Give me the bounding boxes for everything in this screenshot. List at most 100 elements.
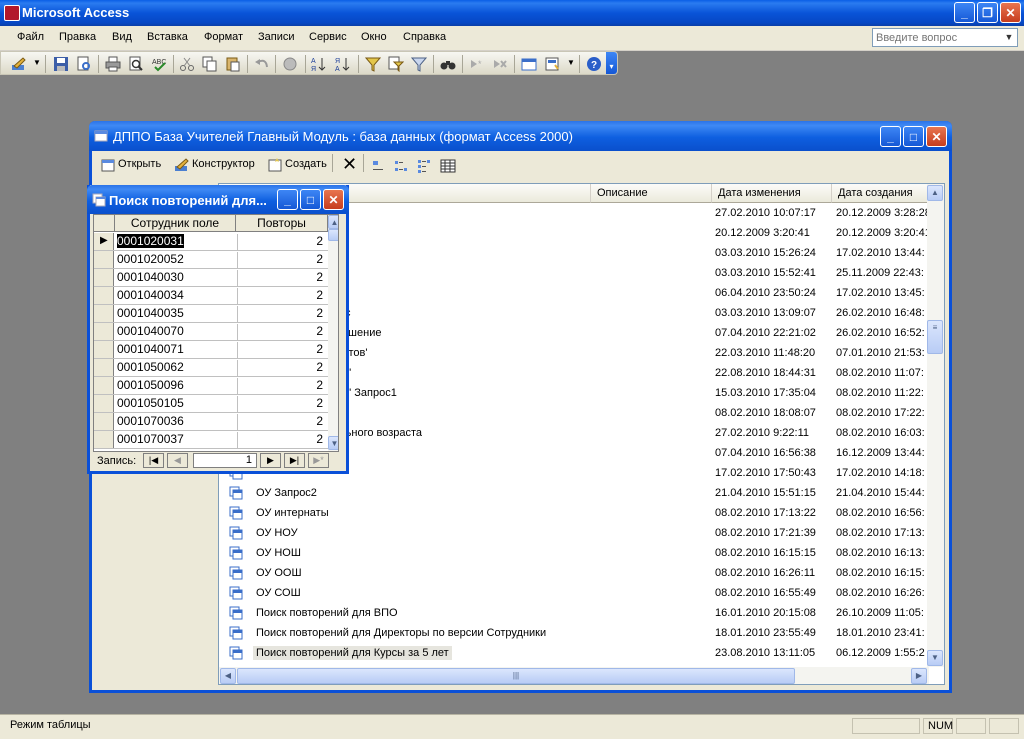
undo-icon[interactable]	[254, 56, 270, 72]
db-close-button[interactable]: ✕	[926, 126, 947, 147]
table-row[interactable]: 0001040034 2	[94, 287, 338, 305]
last-record-icon[interactable]: ▶|	[284, 453, 305, 468]
employee-cell[interactable]: 0001020031	[115, 234, 238, 250]
repeats-cell[interactable]: 2	[235, 342, 327, 358]
menu-format[interactable]: Формат	[204, 31, 243, 43]
new-object-icon[interactable]	[544, 56, 560, 72]
table-row[interactable]: 0001020052 2	[94, 251, 338, 269]
hscroll-thumb[interactable]: |||	[237, 668, 795, 684]
menu-tools[interactable]: Сервис	[309, 31, 347, 43]
record-selector[interactable]	[94, 341, 114, 358]
table-row[interactable]: 0001040071 2	[94, 341, 338, 359]
employee-cell[interactable]: 0001050062	[115, 360, 238, 376]
employee-cell[interactable]: 0001040034	[115, 288, 238, 304]
design-button[interactable]: Конструктор	[192, 158, 255, 170]
record-selector[interactable]: ▶	[94, 233, 114, 250]
record-selector[interactable]	[94, 251, 114, 268]
chevron-down-icon[interactable]: ▼	[1001, 29, 1017, 46]
employee-cell[interactable]: 0001040035	[115, 306, 238, 322]
sort-ascending-icon[interactable]: AЯ	[311, 56, 327, 72]
repeats-cell[interactable]: 2	[235, 324, 327, 340]
record-selector[interactable]	[94, 323, 114, 340]
record-number-input[interactable]: 1	[193, 453, 257, 468]
repeats-cell[interactable]: 2	[235, 306, 327, 322]
repeats-cell[interactable]: 2	[235, 432, 327, 448]
record-selector[interactable]	[94, 305, 114, 322]
menu-file[interactable]: Файл	[17, 31, 44, 43]
menu-edit[interactable]: Правка	[59, 31, 96, 43]
query-maximize-button[interactable]: □	[300, 189, 321, 210]
table-row[interactable]: 0001040030 2	[94, 269, 338, 287]
toolbar-options-icon[interactable]: ▾	[606, 52, 617, 74]
scroll-up-icon[interactable]: ▲	[927, 185, 943, 201]
vertical-scrollbar[interactable]: ▲ ≡ ▼	[927, 184, 944, 667]
minimize-button[interactable]: _	[954, 2, 975, 23]
db-minimize-button[interactable]: _	[880, 126, 901, 147]
delete-icon[interactable]: ✕	[342, 154, 357, 175]
paste-icon[interactable]	[225, 56, 241, 72]
column-header-repeats[interactable]: Повторы	[236, 215, 328, 232]
table-row[interactable]: 0001070037 2	[94, 431, 338, 449]
new-record-icon[interactable]: *	[469, 56, 485, 72]
next-record-icon[interactable]: ▶	[260, 453, 281, 468]
dropdown-arrow-icon[interactable]: ▼	[33, 58, 41, 67]
employee-cell[interactable]: 0001040071	[115, 342, 238, 358]
query-vertical-scrollbar[interactable]: ▲ ▼	[328, 215, 338, 451]
column-header-description[interactable]: Описание	[591, 184, 712, 203]
object-row[interactable]: ОУ СОШ 08.02.2010 16:55:49 08.02.2010 16:2…	[219, 584, 929, 604]
table-row[interactable]: 0001070036 2	[94, 413, 338, 431]
table-row[interactable]: 0001040035 2	[94, 305, 338, 323]
scroll-down-icon[interactable]: ▼	[328, 436, 338, 450]
employee-cell[interactable]: 0001040070	[115, 324, 238, 340]
close-button[interactable]: ✕	[1000, 2, 1021, 23]
create-icon[interactable]	[267, 157, 283, 173]
menu-window[interactable]: Окно	[361, 31, 387, 43]
employee-cell[interactable]: 0001050096	[115, 378, 238, 394]
filter-by-form-icon[interactable]	[388, 56, 404, 72]
object-row[interactable]: ОУ ООШ 08.02.2010 16:26:11 08.02.2010 16:1…	[219, 564, 929, 584]
list-view-icon[interactable]	[417, 158, 433, 174]
help-search-box[interactable]: ▼	[872, 28, 1018, 47]
details-view-icon[interactable]	[440, 158, 456, 174]
help-search-input[interactable]	[873, 29, 999, 46]
scroll-down-icon[interactable]: ▼	[927, 650, 943, 666]
delete-record-icon[interactable]	[492, 56, 508, 72]
menu-help[interactable]: Справка	[403, 31, 446, 43]
record-selector[interactable]	[94, 269, 114, 286]
help-icon[interactable]: ?	[586, 56, 602, 72]
restore-button[interactable]: ❐	[977, 2, 998, 23]
menu-insert[interactable]: Вставка	[147, 31, 188, 43]
scroll-right-icon[interactable]: ▶	[911, 668, 927, 684]
save-icon[interactable]	[53, 56, 69, 72]
object-row[interactable]: ОУ НОУ 08.02.2010 17:21:39 08.02.2010 17:1…	[219, 524, 929, 544]
menu-records[interactable]: Записи	[258, 31, 295, 43]
scroll-left-icon[interactable]: ◀	[220, 668, 236, 684]
print-preview-icon[interactable]	[128, 56, 144, 72]
table-row[interactable]: 0001050062 2	[94, 359, 338, 377]
employee-cell[interactable]: 0001050105	[115, 396, 238, 412]
employee-cell[interactable]: 0001040030	[115, 270, 238, 286]
file-search-icon[interactable]	[76, 56, 92, 72]
object-row[interactable]: Поиск повторений для Курсы за 5 лет 23.08…	[219, 644, 929, 664]
table-row[interactable]: 0001050105 2	[94, 395, 338, 413]
sort-descending-icon[interactable]: ЯA	[335, 56, 351, 72]
select-all-cell[interactable]	[94, 215, 115, 232]
employee-cell[interactable]: 0001070036	[115, 414, 238, 430]
employee-cell[interactable]: 0001020052	[115, 252, 238, 268]
previous-record-icon[interactable]: ◀	[167, 453, 188, 468]
object-row[interactable]: Поиск повторений для ВПО 16.01.2010 20:15…	[219, 604, 929, 624]
table-row[interactable]: ▶ 0001020031 2	[94, 233, 338, 251]
column-header-modified[interactable]: Дата изменения	[712, 184, 832, 203]
scroll-up-icon[interactable]: ▲	[328, 215, 338, 229]
record-selector[interactable]	[94, 359, 114, 376]
object-row[interactable]: ОУ интернаты 08.02.2010 17:13:22 08.02.201…	[219, 504, 929, 524]
object-row[interactable]: ОУ Запрос2 21.04.2010 15:51:15 21.04.2010 …	[219, 484, 929, 504]
repeats-cell[interactable]: 2	[235, 288, 327, 304]
record-selector[interactable]	[94, 395, 114, 412]
record-selector[interactable]	[94, 413, 114, 430]
repeats-cell[interactable]: 2	[235, 234, 327, 250]
record-selector[interactable]	[94, 377, 114, 394]
record-selector[interactable]	[94, 431, 114, 448]
first-record-icon[interactable]: |◀	[143, 453, 164, 468]
repeats-cell[interactable]: 2	[235, 414, 327, 430]
